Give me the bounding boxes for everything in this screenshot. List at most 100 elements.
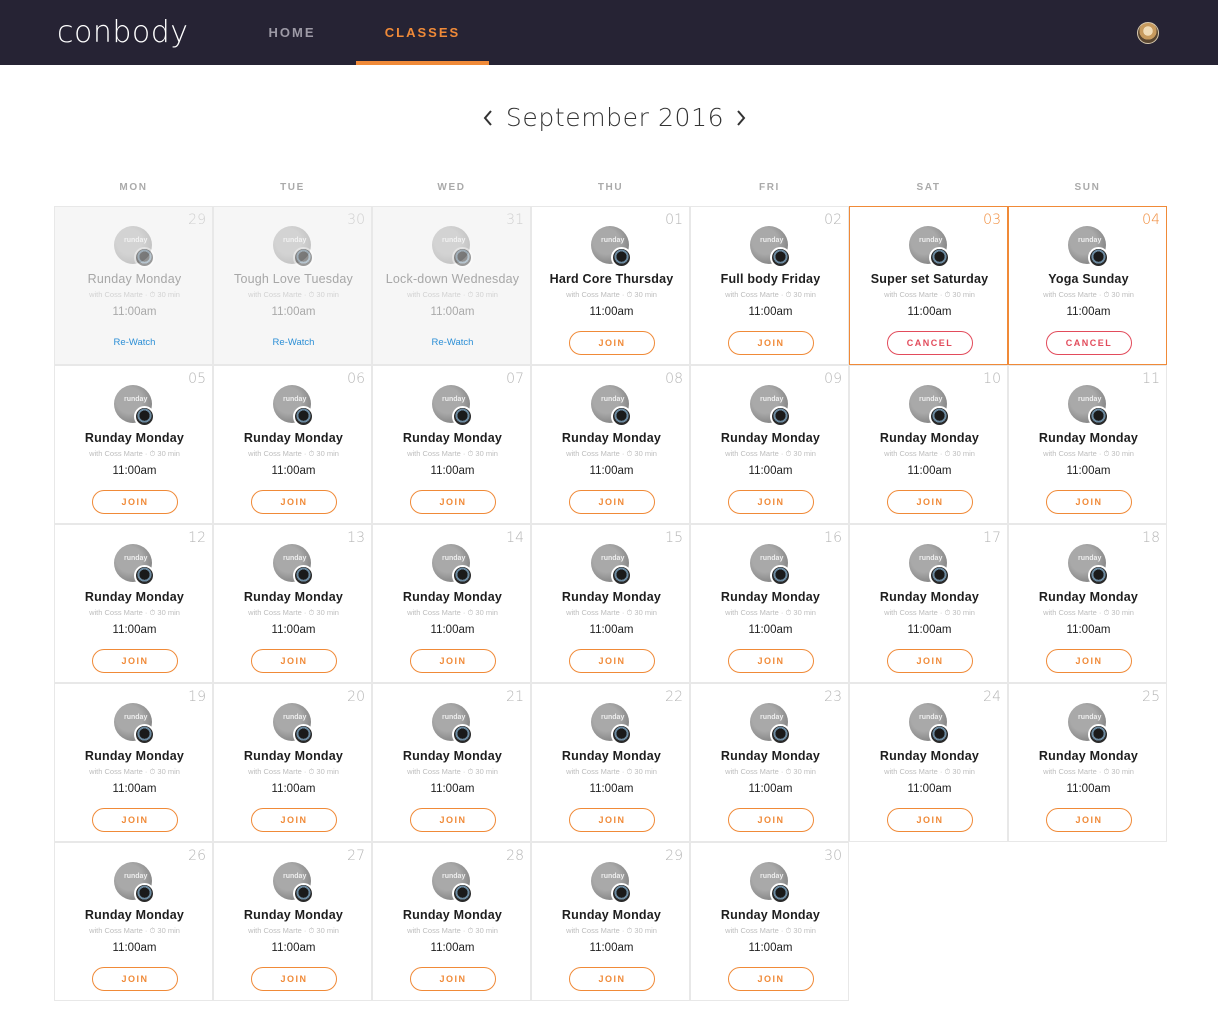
join-button[interactable]: JOIN xyxy=(1046,808,1132,832)
join-button[interactable]: JOIN xyxy=(92,967,178,991)
join-button[interactable]: JOIN xyxy=(569,967,655,991)
join-button[interactable]: JOIN xyxy=(251,808,337,832)
class-title[interactable]: Lock-down Wednesday xyxy=(373,272,532,286)
calendar-day-cell[interactable]: 08 Runday Monday with Coss Marte · ⏱ 30 mi… xyxy=(531,365,690,524)
calendar-day-cell[interactable]: 04 Yoga Sunday with Coss Marte · ⏱ 30 min 1… xyxy=(1008,206,1167,365)
class-title[interactable]: Runday Monday xyxy=(214,749,373,763)
class-title[interactable]: Runday Monday xyxy=(532,590,691,604)
calendar-day-cell[interactable]: 05 Runday Monday with Coss Marte · ⏱ 30 mi… xyxy=(54,365,213,524)
join-button[interactable]: JOIN xyxy=(251,649,337,673)
join-button[interactable]: JOIN xyxy=(410,808,496,832)
calendar-day-cell[interactable]: 16 Runday Monday with Coss Marte · ⏱ 30 mi… xyxy=(690,524,849,683)
join-button[interactable]: JOIN xyxy=(887,490,973,514)
join-button[interactable]: JOIN xyxy=(1046,490,1132,514)
join-button[interactable]: JOIN xyxy=(1046,649,1132,673)
class-title[interactable]: Tough Love Tuesday xyxy=(214,272,373,286)
join-button[interactable]: JOIN xyxy=(569,649,655,673)
join-button[interactable]: JOIN xyxy=(410,649,496,673)
calendar-day-cell[interactable]: 12 Runday Monday with Coss Marte · ⏱ 30 mi… xyxy=(54,524,213,683)
class-title[interactable]: Runday Monday xyxy=(691,590,850,604)
join-button[interactable]: JOIN xyxy=(887,649,973,673)
calendar-day-cell[interactable]: 17 Runday Monday with Coss Marte · ⏱ 30 mi… xyxy=(849,524,1008,683)
join-button[interactable]: JOIN xyxy=(569,808,655,832)
calendar-day-cell[interactable]: 06 Runday Monday with Coss Marte · ⏱ 30 mi… xyxy=(213,365,372,524)
calendar-day-cell[interactable]: 15 Runday Monday with Coss Marte · ⏱ 30 mi… xyxy=(531,524,690,683)
calendar-day-cell[interactable]: 31 Lock-down Wednesday with Coss Marte · ⏱… xyxy=(372,206,531,365)
class-title[interactable]: Runday Monday xyxy=(532,431,691,445)
class-title[interactable]: Runday Monday xyxy=(55,590,214,604)
calendar-day-cell[interactable]: 20 Runday Monday with Coss Marte · ⏱ 30 mi… xyxy=(213,683,372,842)
join-button[interactable]: JOIN xyxy=(251,490,337,514)
calendar-day-cell[interactable]: 28 Runday Monday with Coss Marte · ⏱ 30 mi… xyxy=(372,842,531,1001)
class-title[interactable]: Hard Core Thursday xyxy=(532,272,691,286)
calendar-day-cell[interactable]: 10 Runday Monday with Coss Marte · ⏱ 30 mi… xyxy=(849,365,1008,524)
join-button[interactable]: JOIN xyxy=(92,808,178,832)
calendar-day-cell[interactable]: 14 Runday Monday with Coss Marte · ⏱ 30 mi… xyxy=(372,524,531,683)
class-title[interactable]: Runday Monday xyxy=(850,431,1009,445)
rewatch-link[interactable]: Re-Watch xyxy=(373,337,532,348)
class-title[interactable]: Runday Monday xyxy=(214,590,373,604)
calendar-day-cell[interactable]: 01 Hard Core Thursday with Coss Marte · ⏱ … xyxy=(531,206,690,365)
class-title[interactable]: Runday Monday xyxy=(214,908,373,922)
calendar-day-cell[interactable]: 24 Runday Monday with Coss Marte · ⏱ 30 mi… xyxy=(849,683,1008,842)
calendar-day-cell[interactable]: 19 Runday Monday with Coss Marte · ⏱ 30 mi… xyxy=(54,683,213,842)
join-button[interactable]: JOIN xyxy=(569,490,655,514)
join-button[interactable]: JOIN xyxy=(728,490,814,514)
calendar-day-cell[interactable]: 03 Super set Saturday with Coss Marte · ⏱ … xyxy=(849,206,1008,365)
join-button[interactable]: JOIN xyxy=(410,967,496,991)
rewatch-link[interactable]: Re-Watch xyxy=(214,337,373,348)
nav-classes[interactable]: CLASSES xyxy=(356,0,489,65)
calendar-day-cell[interactable]: 09 Runday Monday with Coss Marte · ⏱ 30 mi… xyxy=(690,365,849,524)
calendar-day-cell[interactable]: 30 Tough Love Tuesday with Coss Marte · ⏱ … xyxy=(213,206,372,365)
class-title[interactable]: Runday Monday xyxy=(214,431,373,445)
calendar-day-cell[interactable]: 02 Full body Friday with Coss Marte · ⏱ 30… xyxy=(690,206,849,365)
calendar-day-cell[interactable]: 18 Runday Monday with Coss Marte · ⏱ 30 mi… xyxy=(1008,524,1167,683)
cancel-button[interactable]: CANCEL xyxy=(1046,331,1132,355)
rewatch-link[interactable]: Re-Watch xyxy=(55,337,214,348)
join-button[interactable]: JOIN xyxy=(887,808,973,832)
cancel-button[interactable]: CANCEL xyxy=(887,331,973,355)
class-title[interactable]: Runday Monday xyxy=(1009,431,1168,445)
class-title[interactable]: Runday Monday xyxy=(691,908,850,922)
calendar-day-cell[interactable]: 30 Runday Monday with Coss Marte · ⏱ 30 mi… xyxy=(690,842,849,1001)
join-button[interactable]: JOIN xyxy=(728,331,814,355)
class-title[interactable]: Runday Monday xyxy=(532,749,691,763)
calendar-day-cell[interactable]: 11 Runday Monday with Coss Marte · ⏱ 30 mi… xyxy=(1008,365,1167,524)
calendar-day-cell[interactable]: 27 Runday Monday with Coss Marte · ⏱ 30 mi… xyxy=(213,842,372,1001)
join-button[interactable]: JOIN xyxy=(569,331,655,355)
class-title[interactable]: Runday Monday xyxy=(373,590,532,604)
calendar-day-cell[interactable]: 29 Runday Monday with Coss Marte · ⏱ 30 mi… xyxy=(54,206,213,365)
calendar-day-cell[interactable]: 23 Runday Monday with Coss Marte · ⏱ 30 mi… xyxy=(690,683,849,842)
class-title[interactable]: Runday Monday xyxy=(373,908,532,922)
class-title[interactable]: Super set Saturday xyxy=(850,272,1009,286)
class-title[interactable]: Runday Monday xyxy=(532,908,691,922)
class-title[interactable]: Runday Monday xyxy=(55,749,214,763)
class-title[interactable]: Runday Monday xyxy=(373,431,532,445)
user-avatar[interactable] xyxy=(1137,22,1159,44)
conbody-logo[interactable]: conbody xyxy=(57,13,189,53)
class-title[interactable]: Full body Friday xyxy=(691,272,850,286)
previous-month-arrow-icon[interactable] xyxy=(478,104,498,132)
class-title[interactable]: Runday Monday xyxy=(55,908,214,922)
calendar-day-cell[interactable]: 21 Runday Monday with Coss Marte · ⏱ 30 mi… xyxy=(372,683,531,842)
class-title[interactable]: Runday Monday xyxy=(373,749,532,763)
join-button[interactable]: JOIN xyxy=(410,490,496,514)
class-title[interactable]: Yoga Sunday xyxy=(1009,272,1168,286)
join-button[interactable]: JOIN xyxy=(92,490,178,514)
join-button[interactable]: JOIN xyxy=(728,808,814,832)
calendar-day-cell[interactable]: 22 Runday Monday with Coss Marte · ⏱ 30 mi… xyxy=(531,683,690,842)
join-button[interactable]: JOIN xyxy=(251,967,337,991)
class-title[interactable]: Runday Monday xyxy=(55,272,214,286)
nav-home[interactable]: HOME xyxy=(256,0,328,65)
calendar-day-cell[interactable]: 26 Runday Monday with Coss Marte · ⏱ 30 mi… xyxy=(54,842,213,1001)
class-title[interactable]: Runday Monday xyxy=(850,749,1009,763)
class-title[interactable]: Runday Monday xyxy=(1009,749,1168,763)
calendar-day-cell[interactable]: 13 Runday Monday with Coss Marte · ⏱ 30 mi… xyxy=(213,524,372,683)
next-month-arrow-icon[interactable] xyxy=(731,104,751,132)
class-title[interactable]: Runday Monday xyxy=(1009,590,1168,604)
class-title[interactable]: Runday Monday xyxy=(691,749,850,763)
join-button[interactable]: JOIN xyxy=(728,649,814,673)
calendar-day-cell[interactable]: 07 Runday Monday with Coss Marte · ⏱ 30 mi… xyxy=(372,365,531,524)
calendar-day-cell[interactable]: 29 Runday Monday with Coss Marte · ⏱ 30 mi… xyxy=(531,842,690,1001)
calendar-day-cell[interactable]: 25 Runday Monday with Coss Marte · ⏱ 30 mi… xyxy=(1008,683,1167,842)
